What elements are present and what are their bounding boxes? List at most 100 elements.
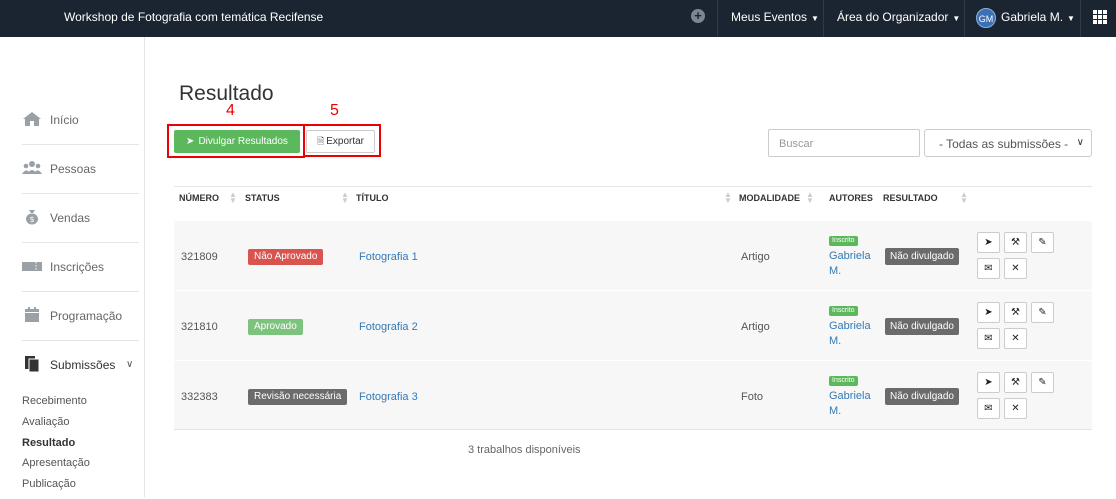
organizer-area-menu[interactable]: Área do Organizador ▼ (837, 10, 960, 24)
modality: Artigo (741, 321, 770, 333)
annotation-label-5: 5 (330, 102, 339, 119)
submissions-filter-select[interactable]: - Todas as submissões - ∨ (924, 129, 1092, 157)
sort-icon[interactable]: ▲ ▼ (960, 191, 968, 205)
sidebar-item-submissoes[interactable]: Submissões ∨ (22, 342, 139, 390)
my-events-menu[interactable]: Meus Eventos ▼ (731, 10, 819, 24)
gavel-button[interactable]: ⚒ (1004, 372, 1027, 393)
avatar[interactable]: GM (976, 8, 996, 28)
sidebar-item-pessoas[interactable]: Pessoas (22, 146, 139, 194)
add-icon[interactable]: + (691, 9, 705, 23)
caret-down-icon: ▼ (952, 14, 961, 23)
email-button[interactable]: ✉ (977, 328, 1000, 349)
submissions-submenu: Recebimento Avaliação Resultado Apresent… (22, 395, 90, 499)
table-header: NÚMERO ▲ ▼ STATUS ▲ ▼ TÍTULO ▲ ▼ MODALIDADE… (174, 186, 1092, 220)
column-header-status[interactable]: STATUS (245, 193, 280, 203)
divider (1080, 0, 1081, 37)
result-badge: Não divulgado (885, 318, 959, 335)
apps-grid-icon[interactable] (1093, 10, 1107, 24)
author-link[interactable]: Gabriela M. (829, 319, 889, 349)
ticket-icon (22, 262, 42, 271)
money-bag-icon: $ (26, 210, 38, 225)
column-header-numero[interactable]: NÚMERO (179, 193, 219, 203)
sidebar-item-label: Vendas (50, 211, 91, 225)
export-button[interactable]: 🗎 Exportar (306, 130, 375, 153)
registered-badge: Inscrito (829, 376, 858, 386)
table-footer-count: 3 trabalhos disponíveis (468, 444, 581, 456)
submenu-item-recebimento[interactable]: Recebimento (22, 395, 90, 416)
registered-badge: Inscrito (829, 306, 858, 316)
registered-badge: Inscrito (829, 236, 858, 246)
publish-results-button[interactable]: ➤ Divulgar Resultados (174, 130, 300, 153)
home-icon (23, 112, 41, 126)
sidebar-item-label: Inscrições (50, 260, 105, 274)
result-badge: Não divulgado (885, 248, 959, 265)
sort-icon[interactable]: ▲ ▼ (341, 191, 349, 205)
send-button[interactable]: ➤ (977, 372, 1000, 393)
table-row: 321810 Aprovado Fotografia 2 Artigo Insc… (174, 290, 1092, 360)
submenu-item-resultado[interactable]: Resultado (22, 437, 90, 458)
column-header-autores: AUTORES (829, 193, 873, 203)
delete-button[interactable]: ✕ (1004, 398, 1027, 419)
submenu-item-publicacao[interactable]: Publicação (22, 478, 90, 499)
edit-button[interactable]: ✎ (1031, 232, 1054, 253)
user-menu[interactable]: Gabriela M. ▼ (1001, 10, 1075, 24)
event-title[interactable]: Workshop de Fotografia com temática Reci… (64, 10, 323, 24)
paper-plane-icon: ➤ (186, 136, 195, 147)
sidebar-item-inscricoes[interactable]: Inscrições (22, 244, 139, 292)
sidebar-item-label: Início (50, 113, 79, 127)
top-navbar: Workshop de Fotografia com temática Reci… (0, 0, 1116, 37)
submission-title-link[interactable]: Fotografia 3 (359, 391, 418, 403)
submission-number: 321809 (181, 251, 218, 263)
table-row: 332383 Revisão necessária Fotografia 3 F… (174, 360, 1092, 430)
divider (964, 0, 965, 37)
column-header-titulo[interactable]: TÍTULO (356, 193, 389, 203)
column-header-resultado[interactable]: RESULTADO (883, 193, 938, 203)
svg-text:$: $ (29, 215, 34, 224)
calendar-icon (25, 307, 39, 322)
chevron-down-icon[interactable]: ∨ (126, 359, 133, 370)
edit-button[interactable]: ✎ (1031, 372, 1054, 393)
file-icon: 🗎 (316, 136, 325, 146)
author-link[interactable]: Gabriela M. (829, 389, 889, 419)
edit-button[interactable]: ✎ (1031, 302, 1054, 323)
submission-number: 321810 (181, 321, 218, 333)
search-input[interactable]: Buscar (768, 129, 920, 157)
gavel-button[interactable]: ⚒ (1004, 302, 1027, 323)
sort-icon[interactable]: ▲ ▼ (724, 191, 732, 205)
status-badge: Revisão necessária (248, 389, 348, 405)
send-button[interactable]: ➤ (977, 232, 1000, 253)
delete-button[interactable]: ✕ (1004, 328, 1027, 349)
annotation-label-4: 4 (226, 102, 235, 119)
table-row: 321809 Não Aprovado Fotografia 1 Artigo … (174, 220, 1092, 290)
sidebar-item-label: Submissões (50, 358, 116, 372)
email-button[interactable]: ✉ (977, 258, 1000, 279)
documents-icon (25, 356, 40, 372)
result-badge: Não divulgado (885, 388, 959, 405)
submission-title-link[interactable]: Fotografia 2 (359, 321, 418, 333)
submission-title-link[interactable]: Fotografia 1 (359, 251, 418, 263)
caret-down-icon: ▼ (811, 14, 819, 23)
sidebar-item-inicio[interactable]: Início (22, 97, 139, 145)
divider (717, 0, 718, 37)
divider (823, 0, 824, 37)
gavel-button[interactable]: ⚒ (1004, 232, 1027, 253)
status-badge: Não Aprovado (248, 249, 324, 265)
send-button[interactable]: ➤ (977, 302, 1000, 323)
people-icon (22, 161, 42, 174)
status-badge: Aprovado (248, 319, 303, 335)
column-header-modalidade[interactable]: MODALIDADE (739, 193, 800, 203)
sort-icon[interactable]: ▲ ▼ (229, 191, 237, 205)
sidebar-item-programacao[interactable]: Programação (22, 293, 139, 341)
sidebar: Início Pessoas $ Vendas Inscrições Progr… (0, 37, 145, 497)
submission-number: 332383 (181, 391, 218, 403)
author-link[interactable]: Gabriela M. (829, 249, 889, 279)
sidebar-item-label: Programação (50, 309, 123, 323)
sidebar-item-vendas[interactable]: $ Vendas (22, 195, 139, 243)
email-button[interactable]: ✉ (977, 398, 1000, 419)
chevron-down-icon: ∨ (1076, 137, 1084, 148)
delete-button[interactable]: ✕ (1004, 258, 1027, 279)
submenu-item-avaliacao[interactable]: Avaliação (22, 416, 90, 437)
submenu-item-apresentacao[interactable]: Apresentação (22, 457, 90, 478)
sort-icon[interactable]: ▲ ▼ (806, 191, 814, 205)
sidebar-item-label: Pessoas (50, 162, 97, 176)
